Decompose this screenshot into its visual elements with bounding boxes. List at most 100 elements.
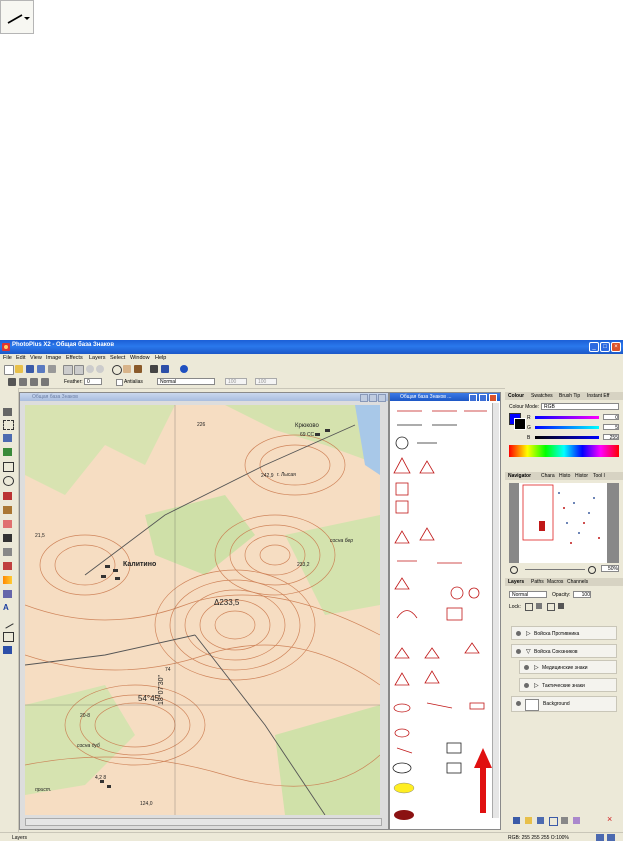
layer-row[interactable]: ▽ Войска Союзников <box>511 644 617 658</box>
move-tool-icon[interactable] <box>3 408 12 416</box>
menu-layers[interactable]: Layers <box>89 355 106 361</box>
zoom-in-icon[interactable] <box>588 566 596 574</box>
r-value[interactable]: 0 <box>603 414 619 421</box>
tab-macros[interactable]: Macros <box>547 579 563 585</box>
paste-icon[interactable] <box>74 365 84 375</box>
colour-spectrum[interactable] <box>509 445 619 457</box>
pen-path-icon[interactable] <box>3 646 12 654</box>
menu-help[interactable]: Help <box>155 355 166 361</box>
shape-tool-icon[interactable] <box>3 632 14 642</box>
redo-icon[interactable] <box>96 365 104 373</box>
zoom-icon[interactable] <box>112 365 122 375</box>
save-icon[interactable] <box>26 365 34 373</box>
collapse-arrow-icon[interactable]: ▽ <box>526 648 531 655</box>
navigator-preview[interactable] <box>509 483 619 563</box>
layer-row[interactable]: Background <box>511 696 617 712</box>
stamp-tool-icon[interactable] <box>3 534 12 542</box>
selection-mode-subtract-icon[interactable] <box>30 378 38 386</box>
blur-tool-icon[interactable] <box>3 590 12 598</box>
secondary-colour-swatch[interactable] <box>514 418 526 430</box>
copy-icon[interactable] <box>63 365 73 375</box>
line-tool-small-icon[interactable] <box>1 616 14 629</box>
layer-mask-icon[interactable] <box>537 817 544 824</box>
menu-select[interactable]: Select <box>110 355 125 361</box>
dodge-tool-icon[interactable] <box>3 548 12 556</box>
minimize-button[interactable]: _ <box>589 342 599 352</box>
rect-select-icon[interactable] <box>3 462 14 472</box>
line-tool-button[interactable] <box>0 0 34 34</box>
expand-arrow-icon[interactable]: ▷ <box>526 630 531 637</box>
close-button[interactable]: × <box>611 342 621 352</box>
help-icon[interactable] <box>180 365 188 373</box>
pen-icon[interactable] <box>150 365 158 373</box>
layer-opacity-input[interactable]: 100 <box>573 591 591 598</box>
palette-close-button[interactable] <box>489 394 497 402</box>
topographic-map[interactable]: Крюково 69 СС г. Лысая 242,9 226 Калитин… <box>25 405 380 815</box>
selection-tool-icon[interactable] <box>3 420 14 430</box>
eye-icon[interactable] <box>516 701 521 706</box>
layer-row[interactable]: ▷ Медицинские знаки <box>519 660 617 674</box>
layer-style-icon[interactable] <box>549 817 558 826</box>
open-folder-icon[interactable] <box>15 365 23 373</box>
palette-min-button[interactable] <box>469 394 477 402</box>
text-tool-icon[interactable]: A <box>3 604 12 612</box>
zoom-value[interactable]: 50% <box>601 565 619 572</box>
expand-arrow-icon[interactable]: ▷ <box>534 664 539 671</box>
palette-vertical-scrollbar[interactable] <box>492 403 499 818</box>
magic-wand-icon[interactable] <box>3 448 12 456</box>
new-layer-icon[interactable] <box>513 817 520 824</box>
new-file-icon[interactable] <box>4 365 14 375</box>
selection-mode-intersect-icon[interactable] <box>41 378 49 386</box>
expand-arrow-icon[interactable]: ▷ <box>534 682 539 689</box>
tab-swatches[interactable]: Swatches <box>531 393 553 399</box>
lasso-icon[interactable] <box>3 476 14 486</box>
menu-view[interactable]: View <box>30 355 42 361</box>
maximize-button[interactable]: □ <box>600 342 610 352</box>
g-value[interactable]: 5 <box>603 424 619 431</box>
antialias-checkbox[interactable] <box>116 379 123 386</box>
fill-tool-icon[interactable] <box>3 562 12 570</box>
doc-close-button[interactable] <box>378 394 386 402</box>
zoom-out-icon[interactable] <box>510 566 518 574</box>
brush-tool-icon[interactable] <box>3 492 12 500</box>
menu-edit[interactable]: Edit <box>16 355 25 361</box>
tab-paths[interactable]: Paths <box>531 579 544 585</box>
new-folder-icon[interactable] <box>525 817 532 824</box>
blend-mode-select[interactable]: Normal <box>157 378 215 385</box>
tab-instant-effects[interactable]: Instant Eff <box>587 393 609 399</box>
b-value[interactable]: 255 <box>603 434 619 441</box>
gradient-tool-icon[interactable] <box>3 576 12 584</box>
selection-mode-add-icon[interactable] <box>19 378 27 386</box>
tab-brush-tip[interactable]: Brush Tip <box>559 393 580 399</box>
ctx-second-input[interactable]: 100 <box>255 378 277 385</box>
layer-row[interactable]: ▷ Тактические знаки <box>519 678 617 692</box>
lock-position-icon[interactable] <box>547 603 555 611</box>
tab-colour[interactable]: Colour <box>508 393 524 399</box>
doc-min-button[interactable] <box>360 394 368 402</box>
tab-navigator[interactable]: Navigator <box>508 473 531 479</box>
military-symbols-grid[interactable] <box>392 403 492 823</box>
undo-icon[interactable] <box>86 365 94 373</box>
lock-all-icon[interactable] <box>558 603 564 609</box>
doc-horizontal-scrollbar[interactable] <box>25 818 382 826</box>
menu-file[interactable]: File <box>3 355 12 361</box>
hand-icon[interactable] <box>123 365 131 373</box>
feather-input[interactable]: 0 <box>84 378 102 385</box>
tab-character[interactable]: Chara <box>541 473 555 479</box>
r-slider[interactable] <box>535 416 599 419</box>
tab-histogram[interactable]: Histo <box>559 473 570 479</box>
menu-effects[interactable]: Effects <box>66 355 83 361</box>
menu-window[interactable]: Window <box>130 355 150 361</box>
eye-icon[interactable] <box>524 665 529 670</box>
save-as-icon[interactable] <box>37 365 45 373</box>
menu-image[interactable]: Image <box>46 355 61 361</box>
eye-icon[interactable] <box>524 683 529 688</box>
adjustment-icon[interactable] <box>561 817 568 824</box>
g-slider[interactable] <box>535 426 599 429</box>
eraser-tool-icon[interactable] <box>3 520 12 528</box>
lock-pixels-icon[interactable] <box>536 603 542 609</box>
eye-icon[interactable] <box>516 649 521 654</box>
layer-row[interactable]: ▷ Войска Противника <box>511 626 617 640</box>
b-slider[interactable] <box>535 436 599 439</box>
eye-icon[interactable] <box>516 631 521 636</box>
